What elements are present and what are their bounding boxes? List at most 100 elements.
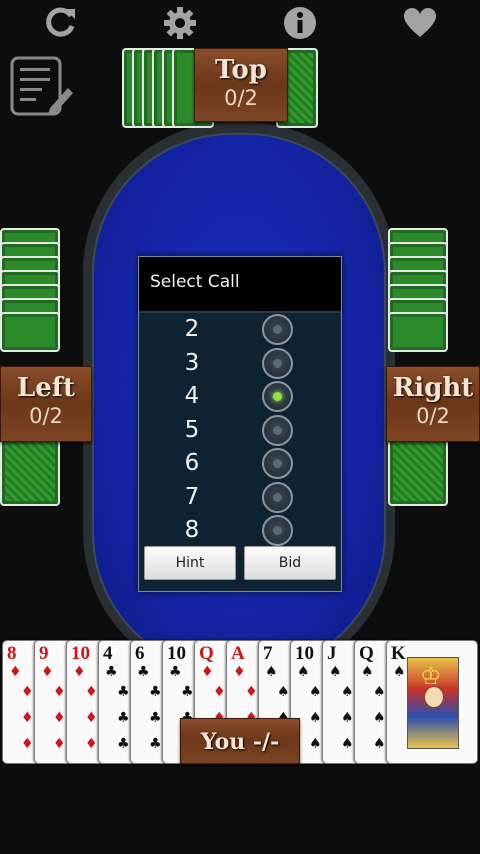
top-player-plate: Top 0/2	[194, 48, 288, 122]
call-option-label: 5	[184, 416, 200, 443]
settings-icon[interactable]	[158, 2, 202, 44]
card-pip-icon: ♠	[341, 736, 354, 752]
card-pip-icon: ♦	[245, 684, 258, 700]
king-portrait-icon: ♔	[407, 657, 459, 749]
card-rank: 4	[103, 643, 113, 664]
card-rank: J	[327, 643, 337, 664]
card-pip-icon: ♣	[117, 736, 130, 752]
card-suit-icon: ♠	[361, 664, 374, 680]
card-pip-icon: ♦	[85, 736, 98, 752]
card-pip-icon: ♣	[117, 684, 130, 700]
card-pip-icon: ♦	[21, 736, 34, 752]
card-suit-icon: ♦	[41, 664, 54, 680]
radio-indicator	[273, 526, 282, 535]
call-option-label: 6	[184, 450, 200, 476]
card-pip-icon: ♠	[341, 710, 354, 726]
left-player-name: Left	[16, 373, 76, 403]
radio-indicator	[273, 459, 282, 468]
right-player-name: Right	[392, 373, 474, 403]
call-option-label: 4	[184, 383, 200, 409]
bid-button[interactable]: Bid	[244, 546, 336, 580]
call-option-label: 3	[184, 349, 200, 376]
card-rank: 7	[263, 643, 273, 664]
card-suit-icon: ♦	[233, 664, 246, 680]
call-option-4[interactable]: 4	[139, 380, 341, 413]
top-player-score: 0/2	[224, 86, 258, 110]
card-pip-icon: ♠	[373, 684, 386, 700]
card-pip-icon: ♦	[53, 736, 66, 752]
left-player-score: 0/2	[29, 404, 63, 428]
radio-indicator	[273, 492, 282, 502]
card-suit-icon: ♠	[297, 664, 310, 680]
card-pip-icon: ♣	[149, 684, 162, 700]
call-option-5[interactable]: 5	[139, 414, 341, 447]
refresh-icon[interactable]	[38, 2, 82, 44]
radio-button[interactable]	[262, 414, 293, 446]
radio-indicator	[273, 325, 282, 334]
card-pip-icon: ♠	[373, 710, 386, 726]
card-pip-icon: ♣	[117, 710, 130, 726]
card-rank: K	[391, 643, 406, 664]
card-pip-icon: ♦	[53, 684, 66, 700]
notepad-pencil-icon[interactable]	[8, 54, 74, 120]
radio-button[interactable]	[262, 381, 293, 412]
card-pip-icon: ♠	[309, 736, 322, 752]
card-back	[388, 312, 448, 352]
card-rank: 10	[295, 643, 314, 664]
info-icon[interactable]	[278, 2, 322, 44]
radio-button[interactable]	[262, 481, 293, 513]
card-pip-icon: ♠	[277, 684, 290, 700]
card-suit-icon: ♠	[265, 664, 278, 680]
card-suit-icon: ♣	[137, 664, 150, 680]
card-suit-icon: ♦	[73, 664, 86, 680]
card-back	[0, 432, 60, 506]
card-pip-icon: ♦	[21, 684, 34, 700]
card-pip-icon: ♠	[341, 684, 354, 700]
card-pip-icon: ♠	[309, 710, 322, 726]
you-player-plate: You -/-	[180, 718, 300, 764]
card-pip-icon: ♦	[85, 710, 98, 726]
card-rank: Q	[199, 643, 214, 664]
call-option-6[interactable]: 6	[139, 447, 341, 480]
top-toolbar	[0, 0, 480, 46]
top-player-name: Top	[215, 55, 267, 85]
card-pip-icon: ♣	[149, 736, 162, 752]
radio-button[interactable]	[262, 515, 293, 546]
hint-button[interactable]: Hint	[144, 546, 236, 580]
radio-button[interactable]	[262, 448, 293, 479]
radio-button[interactable]	[262, 314, 293, 345]
card-suit-icon: ♦	[9, 664, 22, 680]
call-option-3[interactable]: 3	[139, 347, 341, 380]
radio-button[interactable]	[262, 347, 293, 379]
card-pip-icon: ♣	[181, 684, 194, 700]
card-pip-icon: ♦	[213, 684, 226, 700]
right-player-score: 0/2	[416, 404, 450, 428]
card-suit-icon: ♦	[201, 664, 214, 680]
call-option-2[interactable]: 2	[139, 313, 341, 346]
card-rank: 8	[7, 643, 17, 664]
select-call-dialog: Select Call 2 3 4 5 6 7 8 Hint Bid	[138, 256, 342, 592]
card-back	[388, 432, 448, 506]
king-face	[424, 686, 444, 708]
card-pip-icon: ♦	[53, 710, 66, 726]
card-suit-icon: ♣	[169, 664, 182, 680]
radio-indicator	[273, 392, 282, 401]
call-option-label: 8	[184, 517, 200, 543]
call-option-8[interactable]: 8	[139, 514, 341, 547]
card-pip-icon: ♣	[149, 710, 162, 726]
call-option-7[interactable]: 7	[139, 481, 341, 514]
heart-icon[interactable]	[398, 2, 442, 44]
dialog-title: Select Call	[139, 257, 341, 311]
card-rank: 9	[39, 643, 49, 664]
card-suit-icon: ♠	[393, 664, 406, 680]
call-option-label: 2	[184, 316, 200, 342]
card-pip-icon: ♠	[309, 684, 322, 700]
left-player-plate: Left 0/2	[0, 366, 92, 442]
right-player-plate: Right 0/2	[386, 366, 480, 442]
you-player-label: You -/-	[200, 729, 280, 755]
card-suit-icon: ♠	[329, 664, 342, 680]
card-pip-icon: ♦	[85, 684, 98, 700]
radio-indicator	[273, 358, 282, 368]
card-pip-icon: ♦	[21, 710, 34, 726]
hand-card[interactable]: K♠♠♠♠♔	[386, 640, 478, 764]
